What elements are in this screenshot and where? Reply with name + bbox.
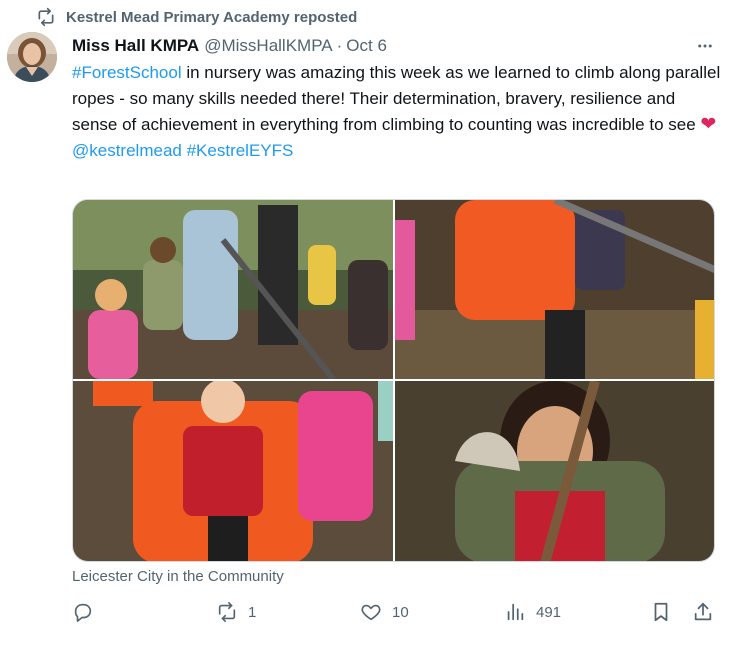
repost-indicator[interactable]: Kestrel Mead Primary Academy reposted xyxy=(36,7,357,27)
media-grid xyxy=(72,199,715,562)
tweet-actions: 1 10 491 xyxy=(72,601,717,629)
avatar[interactable] xyxy=(7,32,57,82)
photo-1[interactable] xyxy=(73,200,393,379)
share-button[interactable] xyxy=(692,601,714,623)
repost-button[interactable]: 1 xyxy=(216,601,256,623)
tweet-date[interactable]: Oct 6 xyxy=(346,36,387,56)
author-display-name[interactable]: Miss Hall KMPA xyxy=(72,36,199,56)
separator-dot: · xyxy=(336,36,343,55)
avatar-image xyxy=(7,32,57,82)
tweet-header: Miss Hall KMPA @MissHallKMPA · Oct 6 xyxy=(72,35,716,57)
photo-3[interactable] xyxy=(73,381,393,561)
photo-2[interactable] xyxy=(395,200,714,379)
bookmark-button[interactable] xyxy=(650,601,672,623)
mention-kestrelmead[interactable]: @kestrelmead xyxy=(72,141,182,160)
more-icon[interactable] xyxy=(694,35,716,57)
tweet-text: #ForestSchool in nursery was amazing thi… xyxy=(72,60,722,164)
bookmark-icon xyxy=(654,602,668,622)
views-icon xyxy=(507,603,524,621)
heart-emoji: ❤ xyxy=(700,114,717,135)
heart-icon xyxy=(361,604,381,621)
views-button[interactable]: 491 xyxy=(504,601,561,623)
media-source[interactable]: Leicester City in the Community xyxy=(72,568,284,585)
like-count: 10 xyxy=(392,603,409,621)
repost-icon xyxy=(38,7,54,27)
view-count: 491 xyxy=(536,603,562,621)
hashtag-kestreleyfs[interactable]: #KestrelEYFS xyxy=(187,141,294,160)
hashtag-forestschool[interactable]: #ForestSchool xyxy=(72,63,182,82)
reply-icon xyxy=(74,603,92,622)
repost-label: Kestrel Mead Primary Academy reposted xyxy=(66,8,358,26)
author-handle[interactable]: @MissHallKMPA xyxy=(204,36,332,56)
reply-button[interactable] xyxy=(72,601,104,623)
photo-4[interactable] xyxy=(395,381,714,561)
repost-count: 1 xyxy=(248,603,257,621)
repost-icon xyxy=(218,602,236,622)
share-icon xyxy=(694,602,712,621)
like-button[interactable]: 10 xyxy=(360,601,409,623)
